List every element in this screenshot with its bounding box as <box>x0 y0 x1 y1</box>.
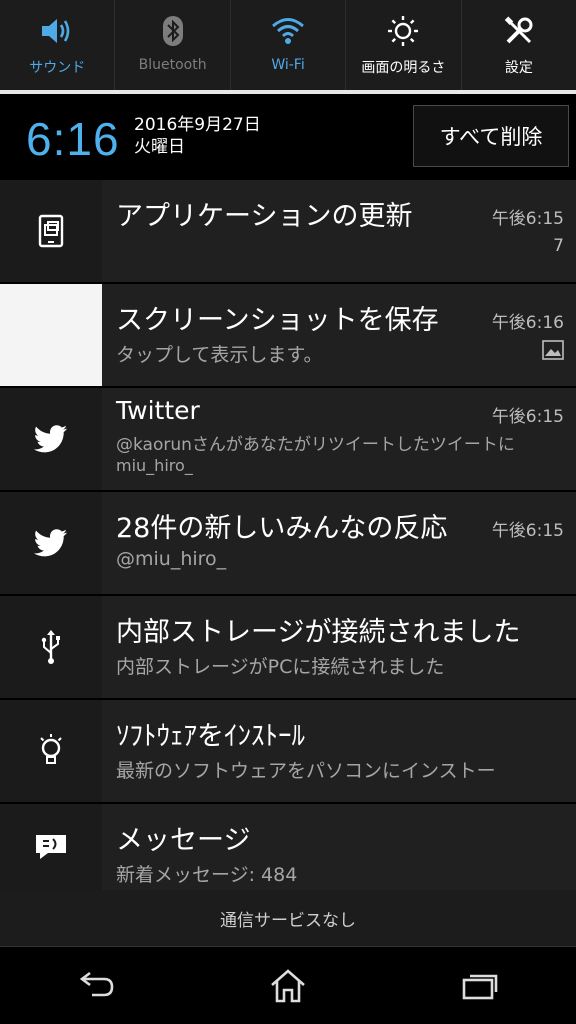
notification-title: Twitter <box>116 396 200 425</box>
notification-subtitle: @kaorunさんがあなたがリツイートしたツイートに <box>116 435 515 455</box>
tools-icon <box>502 14 536 48</box>
notification-subtitle-secondary: miu_hiro_ <box>116 456 193 475</box>
notification-twitter-reactions[interactable]: 28件の新しいみんなの反応 @miu_hiro_ 午後6:15 <box>0 492 576 594</box>
notification-subtitle: @miu_hiro_ <box>116 548 227 570</box>
notification-subtitle: タップして表示します。 <box>116 344 323 366</box>
notification-body: ｿﾌﾄｳｪｱをｲﾝｽﾄｰﾙ 最新のソフトウェアをパソコンにインストー <box>102 700 576 802</box>
notification-subtitle: 内部ストレージがPCに接続されました <box>116 656 445 678</box>
qs-tile-sound[interactable]: サウンド <box>0 0 116 90</box>
notification-body: 内部ストレージが接続されました 内部ストレージがPCに接続されました <box>102 596 576 698</box>
image-icon <box>542 340 564 365</box>
usb-icon <box>0 596 102 698</box>
notification-body: 28件の新しいみんなの反応 @miu_hiro_ 午後6:15 <box>102 492 576 594</box>
brightness-icon <box>386 14 420 48</box>
notification-time: 午後6:15 <box>487 516 564 541</box>
notification-app-update[interactable]: アプリケーションの更新 午後6:15 7 <box>0 180 576 282</box>
qs-tile-bluetooth[interactable]: Bluetooth <box>115 0 231 90</box>
qs-label-brightness: 画面の明るさ <box>361 60 446 76</box>
weekday-text: 火曜日 <box>134 137 185 157</box>
notification-screenshot[interactable]: スクリーンショットを保存 タップして表示します。 午後6:16 <box>0 284 576 386</box>
notification-body: スクリーンショットを保存 タップして表示します。 午後6:16 <box>102 284 576 386</box>
qs-tile-wifi[interactable]: Wi-Fi <box>231 0 347 90</box>
home-icon <box>271 969 305 1003</box>
navigation-bar <box>0 948 576 1024</box>
clock-date: 2016年9月27日 火曜日 <box>134 114 261 158</box>
qs-label-settings: 設定 <box>504 60 533 76</box>
notification-title: アプリケーションの更新 <box>116 201 413 232</box>
home-button[interactable] <box>253 956 323 1016</box>
notification-messages[interactable]: メッセージ 新着メッセージ: 484 <box>0 804 576 890</box>
notification-subtitle: 新着メッセージ: 484 <box>116 864 298 886</box>
screenshot-thumbnail <box>0 284 102 386</box>
app-update-icon <box>0 180 102 282</box>
message-icon <box>0 804 102 890</box>
notification-body: アプリケーションの更新 午後6:15 7 <box>102 180 576 282</box>
carrier-status: 通信サービスなし <box>0 890 576 947</box>
notification-title: メッセージ <box>116 825 251 856</box>
quick-settings-bar: サウンド Bluetooth Wi-Fi 画面の明るさ 設定 <box>0 0 576 90</box>
twitter-bird-icon <box>0 388 102 490</box>
qs-tile-brightness[interactable]: 画面の明るさ <box>346 0 462 90</box>
notification-title: 内部ストレージが接続されました <box>116 617 521 648</box>
notification-body: Twitter @kaorunさんがあなたがリツイートしたツイートに miu_h… <box>102 388 576 490</box>
notification-header: 6:16 2016年9月27日 火曜日 すべて削除 <box>0 94 576 180</box>
notification-body: メッセージ 新着メッセージ: 484 <box>102 804 576 890</box>
notification-count: 7 <box>553 236 564 256</box>
notification-title: スクリーンショットを保存 <box>116 305 439 336</box>
notification-usb-storage[interactable]: 内部ストレージが接続されました 内部ストレージがPCに接続されました <box>0 596 576 698</box>
back-icon <box>79 971 114 997</box>
notification-install-software[interactable]: ｿﾌﾄｳｪｱをｲﾝｽﾄｰﾙ 最新のソフトウェアをパソコンにインストー <box>0 700 576 802</box>
recent-apps-button[interactable] <box>445 956 515 1016</box>
wifi-icon <box>271 14 305 48</box>
recent-apps-icon <box>462 974 498 1000</box>
notification-list: アプリケーションの更新 午後6:15 7 スクリーンショットを保存 タップして表… <box>0 180 576 892</box>
qs-tile-settings[interactable]: 設定 <box>462 0 576 90</box>
lightbulb-icon <box>0 700 102 802</box>
qs-label-bluetooth: Bluetooth <box>138 57 207 73</box>
date-text: 2016年9月27日 <box>134 115 261 135</box>
back-button[interactable] <box>61 956 131 1016</box>
clock-time: 6:16 <box>26 113 120 165</box>
notification-time: 午後6:15 <box>487 204 564 229</box>
notification-title: 28件の新しいみんなの反応 <box>116 513 448 544</box>
qs-label-wifi: Wi-Fi <box>271 57 305 73</box>
notification-time: 午後6:16 <box>487 308 564 333</box>
qs-label-sound: サウンド <box>29 60 86 76</box>
twitter-bird-icon <box>0 492 102 594</box>
notification-twitter[interactable]: Twitter @kaorunさんがあなたがリツイートしたツイートに miu_h… <box>0 388 576 490</box>
notification-time: 午後6:15 <box>487 402 564 427</box>
notification-subtitle: 最新のソフトウェアをパソコンにインストー <box>116 760 496 782</box>
bluetooth-icon <box>156 14 190 48</box>
notification-title: ｿﾌﾄｳｪｱをｲﾝｽﾄｰﾙ <box>116 721 305 752</box>
clear-all-button[interactable]: すべて削除 <box>413 105 569 167</box>
speaker-icon <box>40 14 74 48</box>
